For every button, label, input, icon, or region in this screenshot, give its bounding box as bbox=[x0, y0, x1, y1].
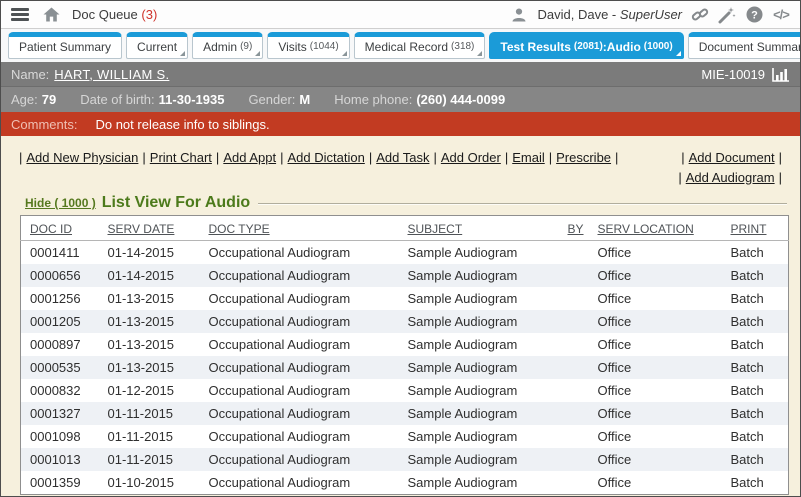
dropdown-corner-icon bbox=[255, 51, 260, 56]
table-header-row: DOC ID SERV DATE DOC TYPE SUBJECT BY SER… bbox=[21, 216, 789, 241]
user-icon bbox=[510, 6, 528, 24]
tab-visits[interactable]: Visits (1044) bbox=[267, 32, 349, 59]
add-new-physician-link[interactable]: Add New Physician bbox=[26, 150, 138, 165]
chart-id-group: MIE-10019 bbox=[701, 65, 790, 83]
demographic-gender: Gender:M bbox=[248, 92, 310, 107]
header-serv-date[interactable]: SERV DATE bbox=[108, 216, 209, 241]
add-audiogram-link[interactable]: Add Audiogram bbox=[686, 170, 775, 185]
table-row[interactable]: 000109801-11-2015Occupational AudiogramS… bbox=[21, 425, 789, 448]
action-links-right: |Add Document| |Add Audiogram| bbox=[674, 148, 786, 188]
tab-patient-summary[interactable]: Patient Summary bbox=[8, 32, 122, 59]
header-print[interactable]: PRINT bbox=[731, 216, 789, 241]
content-area: |Add New Physician|Print Chart|Add Appt|… bbox=[1, 136, 800, 497]
comments-text: Do not release info to siblings. bbox=[95, 117, 269, 132]
table-row[interactable]: 000125601-13-2015Occupational AudiogramS… bbox=[21, 287, 789, 310]
dropdown-corner-icon bbox=[477, 51, 482, 56]
header-subject[interactable]: SUBJECT bbox=[408, 216, 568, 241]
chart-id: MIE-10019 bbox=[701, 67, 765, 82]
add-document-link[interactable]: Add Document bbox=[689, 150, 775, 165]
home-icon[interactable] bbox=[42, 6, 60, 24]
legend-rule bbox=[258, 203, 787, 205]
table-row[interactable]: 000065601-14-2015Occupational AudiogramS… bbox=[21, 264, 789, 287]
hide-toggle-link[interactable]: Hide ( 1000 ) bbox=[25, 196, 96, 210]
menu-icon[interactable] bbox=[11, 8, 29, 21]
comments-label: Comments: bbox=[11, 117, 77, 132]
add-document-row: |Add Document| bbox=[674, 148, 786, 168]
action-links-row: |Add New Physician|Print Chart|Add Appt|… bbox=[1, 148, 800, 188]
patient-name-link[interactable]: HART, WILLIAM S. bbox=[54, 67, 169, 82]
name-label: Name: bbox=[11, 67, 49, 82]
user-role: SuperUser bbox=[620, 7, 682, 22]
flowsheet-chart-icon[interactable] bbox=[772, 65, 790, 83]
tab-medical-record[interactable]: Medical Record (318) bbox=[354, 32, 486, 59]
add-order-link[interactable]: Add Order bbox=[441, 150, 501, 165]
comments-bar: Comments: Do not release info to sibling… bbox=[1, 112, 800, 136]
tab-bar: Patient Summary Current Admin (9) Visits… bbox=[1, 29, 800, 62]
header-doc-type[interactable]: DOC TYPE bbox=[209, 216, 408, 241]
add-task-link[interactable]: Add Task bbox=[376, 150, 429, 165]
doc-queue-count: (3) bbox=[141, 7, 157, 22]
demographics-bar: Age:79 Date of birth:11-30-1935 Gender:M… bbox=[1, 86, 800, 112]
header-serv-location[interactable]: SERV LOCATION bbox=[598, 216, 731, 241]
header-doc-id[interactable]: DOC ID bbox=[21, 216, 108, 241]
table-row[interactable]: 000132701-11-2015Occupational AudiogramS… bbox=[21, 402, 789, 425]
tab-document-summary[interactable]: Document Summary (3267) bbox=[688, 32, 801, 59]
dropdown-corner-icon bbox=[342, 51, 347, 56]
tab-test-results-audio[interactable]: Test Results (2081) :Audio (1000) bbox=[489, 32, 683, 59]
action-links-left: |Add New Physician|Print Chart|Add Appt|… bbox=[15, 148, 622, 188]
table-row[interactable]: 000089701-13-2015Occupational AudiogramS… bbox=[21, 333, 789, 356]
table-row[interactable]: 000083201-12-2015Occupational AudiogramS… bbox=[21, 379, 789, 402]
print-chart-link[interactable]: Print Chart bbox=[150, 150, 212, 165]
page-title: Doc Queue (3) bbox=[72, 7, 157, 22]
dropdown-corner-icon bbox=[676, 51, 681, 56]
table-row[interactable]: 000120501-13-2015Occupational AudiogramS… bbox=[21, 310, 789, 333]
section-title: List View For Audio bbox=[102, 194, 250, 212]
email-link[interactable]: Email bbox=[512, 150, 545, 165]
patient-name-bar: Name: HART, WILLIAM S. MIE-10019 bbox=[1, 62, 800, 86]
table-row[interactable]: 000135901-10-2015Occupational AudiogramS… bbox=[21, 471, 789, 495]
section-legend: Hide ( 1000 ) List View For Audio bbox=[25, 194, 787, 212]
header-by[interactable]: BY bbox=[568, 216, 598, 241]
add-appt-link[interactable]: Add Appt bbox=[223, 150, 276, 165]
tab-current[interactable]: Current bbox=[126, 32, 188, 59]
table-row[interactable]: 000101301-11-2015Occupational AudiogramS… bbox=[21, 448, 789, 471]
demographic-home-phone: Home phone:(260) 444-0099 bbox=[334, 92, 505, 107]
svg-text:?: ? bbox=[751, 9, 758, 21]
help-icon[interactable]: ? bbox=[745, 6, 763, 24]
link-icon[interactable] bbox=[691, 6, 709, 24]
audio-document-table: DOC ID SERV DATE DOC TYPE SUBJECT BY SER… bbox=[20, 215, 789, 495]
code-icon[interactable]: </> bbox=[772, 6, 790, 24]
table-row[interactable]: 000141101-14-2015Occupational AudiogramS… bbox=[21, 241, 789, 265]
tab-admin[interactable]: Admin (9) bbox=[192, 32, 263, 59]
table-row[interactable]: 000053501-13-2015Occupational AudiogramS… bbox=[21, 356, 789, 379]
prescribe-link[interactable]: Prescribe bbox=[556, 150, 611, 165]
demographic-dob: Date of birth:11-30-1935 bbox=[80, 92, 224, 107]
webchart-window: Doc Queue (3) David, Dave - SuperUser ? … bbox=[0, 0, 801, 497]
top-bar: Doc Queue (3) David, Dave - SuperUser ? … bbox=[1, 1, 800, 29]
dropdown-corner-icon bbox=[180, 51, 185, 56]
user-menu[interactable]: David, Dave - SuperUser bbox=[537, 7, 682, 22]
top-right-group: David, Dave - SuperUser ? </> bbox=[510, 6, 790, 24]
wand-icon[interactable] bbox=[718, 6, 736, 24]
add-dictation-link[interactable]: Add Dictation bbox=[287, 150, 364, 165]
add-audiogram-row: |Add Audiogram| bbox=[674, 168, 786, 188]
demographic-age: Age:79 bbox=[11, 92, 56, 107]
